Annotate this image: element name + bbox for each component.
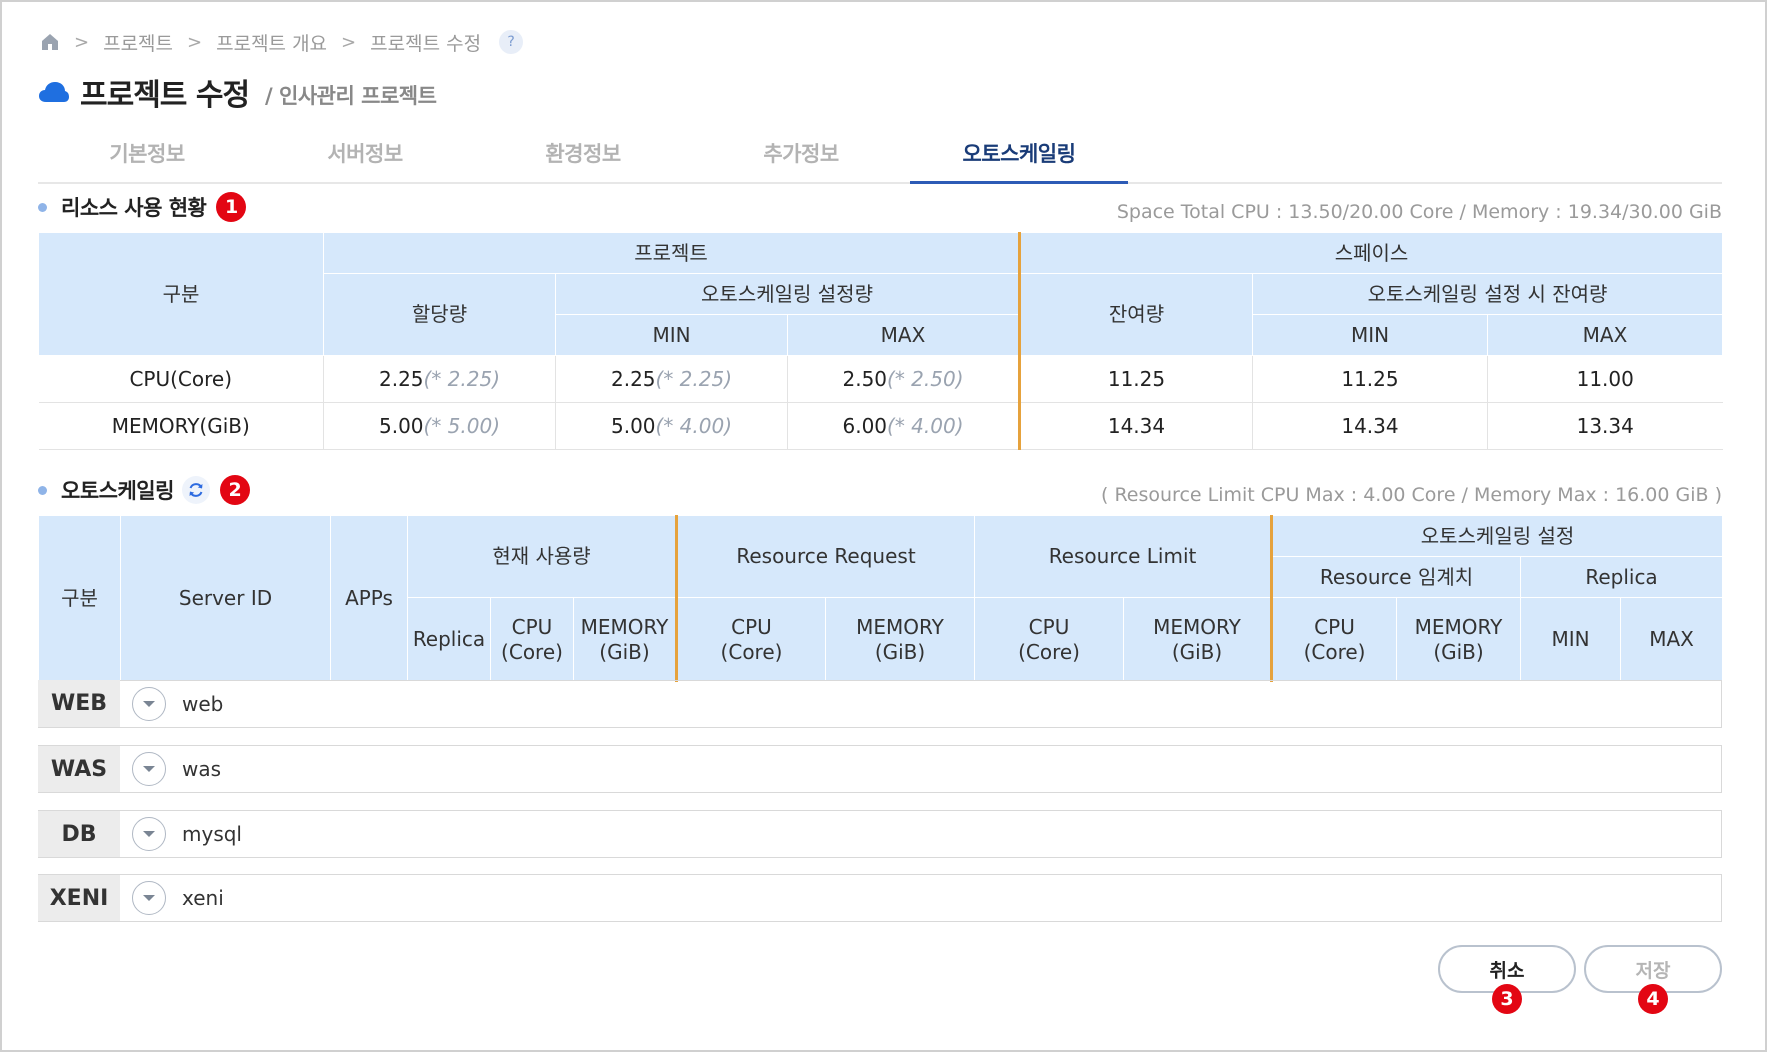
- expand-toggle-icon[interactable]: [132, 686, 166, 721]
- breadcrumb-item-overview[interactable]: 프로젝트 개요: [216, 29, 327, 56]
- header-max: MAX: [787, 314, 1021, 356]
- expand-toggle-icon[interactable]: [132, 881, 166, 915]
- cloud-icon: [39, 82, 69, 102]
- expand-toggle-icon[interactable]: [132, 817, 166, 851]
- cell-allocated: 2.25(* 2.25): [323, 355, 556, 403]
- header-as-setting: 오토스케일링 설정량: [555, 273, 1021, 315]
- breadcrumb-item-edit: 프로젝트 수정: [370, 32, 482, 55]
- header-allocated: 할당량: [323, 273, 556, 356]
- autoscaling-section-title: 오토스케일링: [61, 479, 174, 503]
- expand-toggle-icon[interactable]: [132, 752, 166, 786]
- header-replica: Replica: [407, 597, 491, 682]
- table-row: CPU(Core) 2.25(* 2.25) 2.25(* 2.25) 2.50…: [38, 355, 1723, 403]
- tab-autoscaling[interactable]: 오토스케일링: [910, 124, 1128, 184]
- cell-as-max: 6.00(* 4.00): [787, 402, 1021, 450]
- bullet-icon: [38, 485, 47, 495]
- group-label: XENI: [38, 875, 120, 921]
- space-total-note: Space Total CPU : 13.50/20.00 Core / Mem…: [1116, 201, 1722, 223]
- group-row-web: WEB web: [38, 680, 1722, 728]
- header-request-memory: MEMORY (GiB): [824, 597, 976, 682]
- callout-badge-1: 1: [216, 192, 247, 222]
- header-request-cpu: CPU (Core): [676, 597, 826, 682]
- header-min: MIN: [1252, 314, 1488, 356]
- tab-server-info[interactable]: 서버정보: [256, 124, 474, 182]
- cell-as-remaining-max: 13.34: [1487, 402, 1723, 450]
- server-id: was: [182, 757, 222, 781]
- server-id: mysql: [182, 822, 242, 846]
- row-label: CPU(Core): [38, 355, 324, 403]
- header-category: 구분: [38, 515, 121, 682]
- cell-remaining: 11.25: [1019, 355, 1253, 403]
- group-label: WAS: [38, 746, 120, 792]
- header-project: 프로젝트: [323, 232, 1021, 274]
- header-resource-threshold: Resource 임계치: [1271, 556, 1522, 598]
- cell-as-remaining-min: 14.34: [1252, 402, 1488, 450]
- tab-extra-info[interactable]: 추가정보: [692, 124, 910, 182]
- header-apps: APPs: [330, 515, 408, 682]
- cell-as-min: 2.25(* 2.25): [555, 355, 788, 403]
- refresh-icon[interactable]: [181, 476, 210, 504]
- help-icon[interactable]: ?: [499, 30, 524, 54]
- header-remaining: 잔여량: [1019, 273, 1253, 356]
- callout-badge-4: 4: [1638, 984, 1668, 1014]
- group-label: DB: [38, 811, 120, 857]
- header-usage-cpu: CPU (Core): [490, 597, 574, 682]
- header-replica-min: MIN: [1520, 597, 1622, 682]
- resource-limit-note: ( Resource Limit CPU Max : 4.00 Core / M…: [1101, 484, 1722, 506]
- breadcrumb-item-project[interactable]: 프로젝트: [103, 29, 173, 56]
- resource-section-header: 리소스 사용 현황 1: [38, 192, 247, 222]
- chevron-right-icon: >: [187, 31, 203, 53]
- group-row-xeni: XENI xeni: [38, 874, 1722, 922]
- tab-basic-info[interactable]: 기본정보: [38, 124, 256, 182]
- header-usage-memory: MEMORY (GiB): [573, 597, 678, 682]
- header-resource-request: Resource Request: [675, 515, 976, 598]
- header-resource-limit: Resource Limit: [974, 515, 1274, 598]
- group-label: WEB: [38, 680, 120, 727]
- home-icon[interactable]: [40, 32, 60, 52]
- group-row-was: WAS was: [38, 745, 1722, 793]
- row-label: MEMORY(GiB): [38, 402, 324, 450]
- header-replica-max: MAX: [1620, 597, 1724, 682]
- header-space: 스페이스: [1019, 232, 1723, 274]
- header-server-id: Server ID: [120, 515, 331, 682]
- bullet-icon: [38, 202, 47, 212]
- header-max: MAX: [1487, 314, 1723, 356]
- cell-as-remaining-max: 11.00: [1487, 355, 1723, 403]
- page-subtitle: / 인사관리 프로젝트: [265, 84, 437, 108]
- page-header: 프로젝트 수정 / 인사관리 프로젝트: [38, 72, 437, 113]
- chevron-right-icon: >: [74, 31, 90, 53]
- header-current-usage: 현재 사용량: [407, 515, 678, 598]
- resource-section-title: 리소스 사용 현황: [61, 196, 207, 220]
- cell-allocated: 5.00(* 5.00): [323, 402, 556, 450]
- cell-as-min: 5.00(* 4.00): [555, 402, 788, 450]
- resource-usage-table: 구분 프로젝트 스페이스 할당량 오토스케일링 설정량 잔여량 오토스케일링 설…: [38, 232, 1723, 450]
- tab-bar: 기본정보 서버정보 환경정보 추가정보 오토스케일링: [38, 124, 1722, 184]
- breadcrumb: > 프로젝트 > 프로젝트 개요 > 프로젝트 수정 ?: [40, 29, 524, 56]
- header-as-setting: 오토스케일링 설정: [1271, 515, 1724, 557]
- cell-as-max: 2.50(* 2.50): [787, 355, 1021, 403]
- cell-as-remaining-min: 11.25: [1252, 355, 1488, 403]
- header-as-remaining: 오토스케일링 설정 시 잔여량: [1252, 273, 1723, 315]
- autoscaling-table: 구분 Server ID APPs 현재 사용량 Resource Reques…: [38, 515, 1724, 682]
- header-replica-group: Replica: [1520, 556, 1724, 598]
- server-id: xeni: [182, 886, 224, 910]
- callout-badge-3: 3: [1492, 984, 1522, 1014]
- table-row: MEMORY(GiB) 5.00(* 5.00) 5.00(* 4.00) 6.…: [38, 402, 1723, 450]
- header-limit-cpu: CPU (Core): [974, 597, 1125, 682]
- server-id: web: [182, 691, 224, 716]
- header-limit-memory: MEMORY (GiB): [1123, 597, 1274, 682]
- cell-remaining: 14.34: [1019, 402, 1253, 450]
- tab-env-info[interactable]: 환경정보: [474, 124, 692, 182]
- group-row-db: DB mysql: [38, 810, 1722, 858]
- autoscaling-section-header: 오토스케일링 2: [38, 475, 250, 505]
- header-min: MIN: [555, 314, 788, 356]
- chevron-right-icon: >: [341, 31, 357, 53]
- page-title: 프로젝트 수정: [80, 78, 250, 113]
- header-threshold-memory: MEMORY (GiB): [1396, 597, 1522, 682]
- header-category: 구분: [38, 232, 324, 356]
- callout-badge-2: 2: [219, 475, 250, 505]
- header-threshold-cpu: CPU (Core): [1271, 597, 1398, 682]
